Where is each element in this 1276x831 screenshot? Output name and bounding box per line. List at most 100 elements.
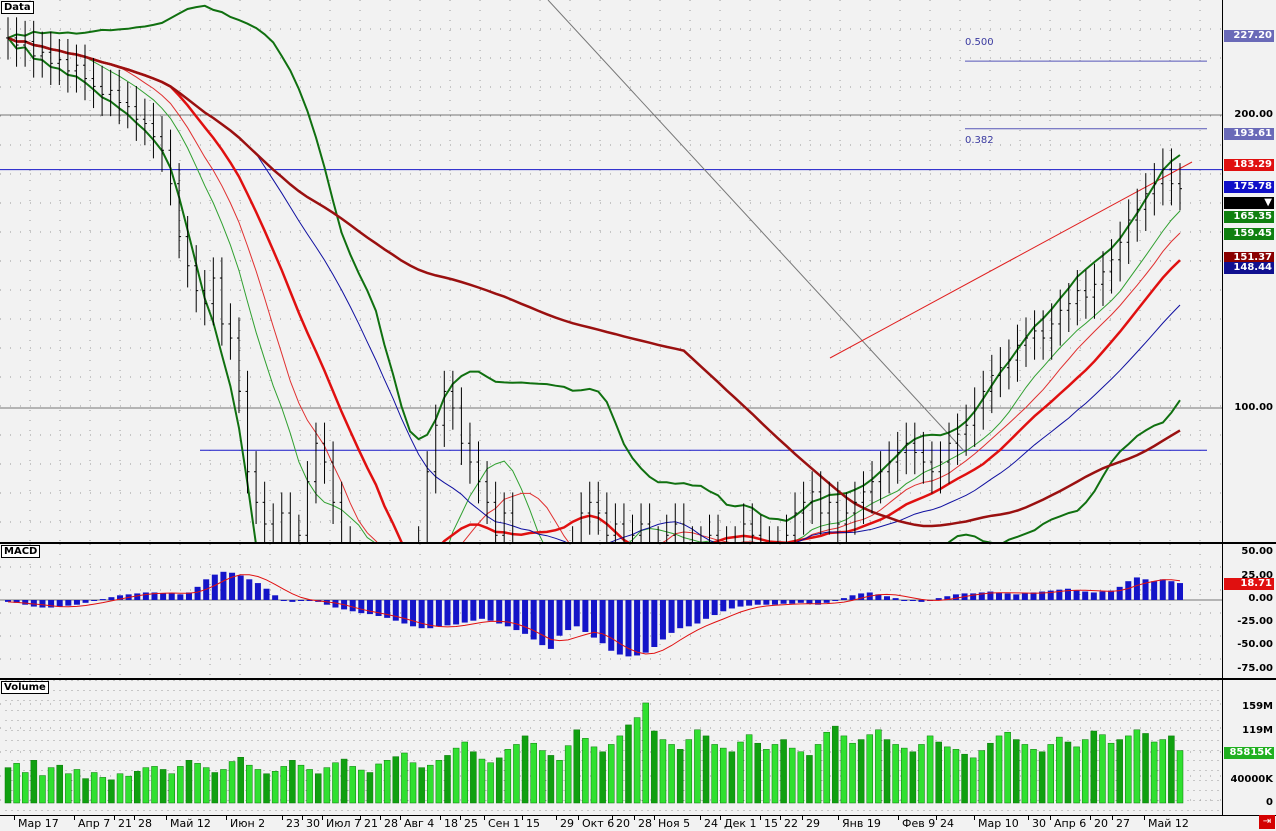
price-badge-blue: 175.78 — [1224, 181, 1274, 193]
volume-bar — [935, 741, 942, 804]
macd-chart[interactable] — [0, 544, 1276, 678]
fib-label-0500: 0.500 — [965, 37, 994, 48]
x-tick-label: 20 — [1094, 817, 1108, 830]
volume-bar — [1159, 739, 1167, 804]
x-tick-mark — [974, 816, 975, 820]
volume-bar — [737, 741, 744, 804]
x-tick-label: 30 — [1032, 817, 1046, 830]
macd-bar — [677, 600, 684, 629]
volume-bar — [720, 747, 727, 804]
macd-bar — [685, 600, 692, 627]
x-tick-mark — [134, 816, 135, 820]
volume-bar — [754, 742, 761, 804]
volume-bar — [1090, 730, 1098, 804]
x-tick-label: Июл 7 — [326, 817, 362, 830]
x-tick-mark — [380, 816, 381, 820]
volume-bar — [788, 747, 796, 804]
volume-bar — [134, 771, 141, 804]
ma-thin-red-line — [7, 37, 1181, 542]
volume-bar — [1030, 749, 1037, 804]
volume-bar — [444, 755, 451, 804]
fib-value-badge-0382: 193.61 — [1224, 128, 1274, 140]
volume-bar — [1073, 746, 1080, 804]
macd-bar — [1151, 581, 1158, 600]
volume-bar — [651, 730, 658, 804]
volume-bar — [694, 729, 701, 804]
price-pane[interactable]: Data 0.500 0.382 200.00 100.00 227.20 19… — [0, 0, 1276, 542]
volume-bar — [375, 763, 382, 804]
macd-tick-0: 0.00 — [1248, 593, 1273, 604]
macd-tick-neg50: -50.00 — [1237, 639, 1273, 650]
volume-tick-119m: 119M — [1242, 725, 1273, 736]
volume-bar — [332, 762, 339, 804]
ma-medium-line — [7, 36, 1181, 542]
macd-bar — [401, 600, 408, 624]
volume-pane[interactable]: Volume 159M 119M 40000K 0 85815K — [0, 680, 1276, 815]
macd-bar — [177, 594, 184, 600]
macd-value-badge: 18.71 — [1224, 578, 1274, 590]
x-tick-label: 28 — [638, 817, 652, 830]
volume-bar — [1021, 744, 1029, 804]
macd-bar — [608, 600, 615, 651]
macd-bar — [1116, 586, 1123, 600]
x-tick-mark — [74, 816, 75, 820]
price-badge-green-1: 165.35 — [1224, 211, 1274, 223]
macd-bar — [65, 600, 72, 606]
volume-bar — [401, 752, 408, 804]
time-axis[interactable]: Мар 17 Апр 7 21 28 Май 12 Июн 2 23 30 Июл 7 21 28 А… — [0, 815, 1276, 831]
x-tick-mark — [612, 816, 613, 820]
x-tick-label: Ноя 5 — [658, 817, 691, 830]
x-tick-mark — [780, 816, 781, 820]
volume-bar — [297, 764, 305, 804]
volume-bar — [685, 739, 693, 804]
volume-bar — [314, 773, 322, 804]
volume-bar — [539, 750, 546, 804]
macd-bar — [289, 600, 296, 602]
volume-bar — [857, 739, 865, 804]
macd-bar — [1108, 590, 1115, 600]
macd-bar — [254, 583, 261, 600]
price-chart[interactable] — [0, 0, 1276, 542]
volume-bar — [116, 773, 124, 804]
volume-bar — [909, 751, 917, 804]
volume-bar — [745, 734, 753, 804]
x-tick-label: Окт 6 — [582, 817, 615, 830]
volume-bar — [383, 760, 391, 804]
x-tick-mark — [1144, 816, 1145, 820]
x-tick-label: 28 — [138, 817, 152, 830]
x-tick-mark — [484, 816, 485, 820]
macd-bar — [272, 595, 279, 600]
macd-bar — [754, 600, 761, 605]
volume-bar — [590, 746, 598, 804]
volume-chart[interactable] — [0, 680, 1276, 815]
macd-bar — [82, 600, 89, 603]
volume-bar — [969, 757, 977, 804]
volume-bar — [1142, 733, 1149, 804]
volume-bar — [1116, 739, 1123, 804]
volume-bar — [470, 751, 477, 804]
macd-bar — [487, 600, 494, 621]
volume-bar — [461, 741, 468, 804]
volume-bar — [961, 753, 968, 804]
x-tick-label: Дек 1 — [724, 817, 757, 830]
macd-bar — [642, 600, 649, 653]
volume-bar — [978, 750, 986, 804]
volume-bar — [607, 744, 615, 804]
x-tick-label: Мар 10 — [978, 817, 1019, 830]
macd-pane-title: MACD — [1, 545, 41, 558]
volume-bar — [1150, 741, 1158, 804]
x-tick-mark — [14, 816, 15, 820]
macd-bar — [220, 571, 227, 600]
price-badge-red: 183.29 — [1224, 159, 1274, 171]
volume-bar — [521, 735, 529, 804]
volume-bar — [418, 767, 425, 804]
volume-bar — [478, 758, 486, 804]
scroll-right-icon[interactable]: ⇥ — [1259, 815, 1275, 829]
macd-pane[interactable]: MACD 50.00 25.00 0.00 -25.00 -50.00 -75.… — [0, 544, 1276, 678]
macd-bar — [668, 600, 675, 633]
volume-bar — [435, 760, 443, 804]
macd-bar — [358, 600, 365, 614]
volume-bar — [142, 767, 150, 804]
x-tick-mark — [838, 816, 839, 820]
x-tick-mark — [634, 816, 635, 820]
